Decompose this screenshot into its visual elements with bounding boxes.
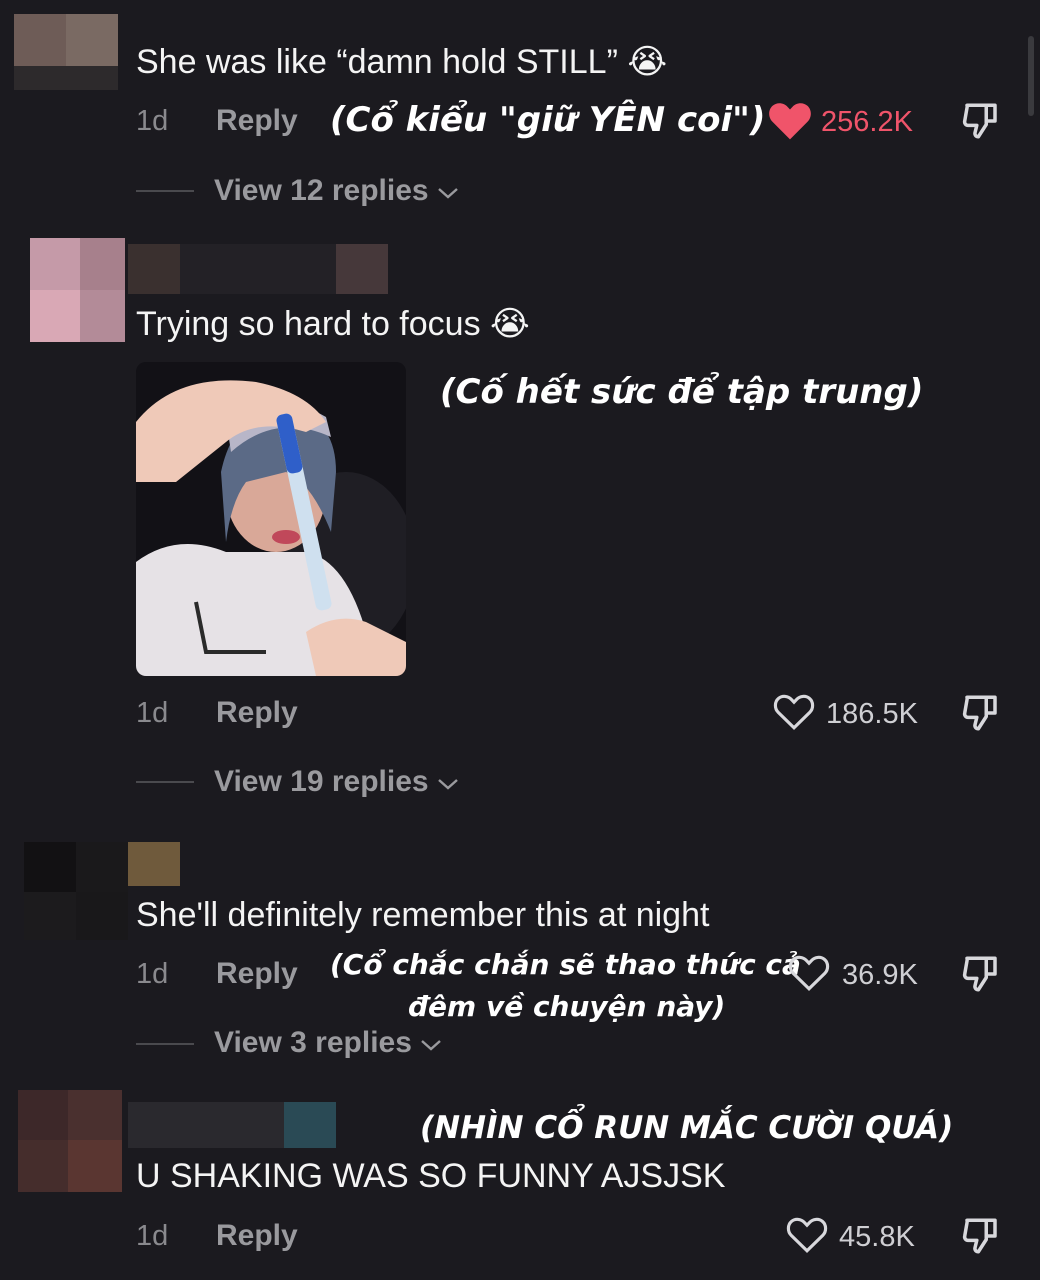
reply-button[interactable]: Reply — [216, 696, 298, 730]
thumbs-down-icon[interactable] — [960, 1215, 1002, 1257]
thumbs-down-icon[interactable] — [960, 100, 1002, 142]
crying-emoji-icon: 😭 — [627, 43, 668, 81]
reply-button[interactable]: Reply — [216, 1219, 298, 1253]
reply-button[interactable]: Reply — [216, 104, 298, 138]
replies-divider — [136, 190, 194, 192]
comment-text: U SHAKING WAS SO FUNNY AJSJSK — [136, 1157, 726, 1195]
heart-filled-icon[interactable] — [768, 100, 812, 142]
chevron-down-icon — [438, 779, 458, 790]
heart-outline-icon[interactable] — [773, 692, 815, 732]
crying-emoji-icon: 😭 — [490, 305, 530, 343]
like-count: 36.9K — [842, 959, 918, 991]
comment-text-content: Trying so hard to focus — [136, 305, 491, 343]
view-replies-label: View 19 replies — [214, 765, 429, 798]
timestamp: 1d — [136, 105, 169, 137]
timestamp: 1d — [136, 697, 169, 729]
translation-overlay-line-2: đêm về chuyện này) — [408, 990, 726, 1023]
view-replies-button[interactable]: View 19 replies — [214, 765, 459, 799]
view-replies-button[interactable]: View 3 replies — [214, 1026, 442, 1060]
comment-text-content: She was like “damn hold STILL” — [136, 43, 628, 81]
chevron-down-icon — [421, 1040, 442, 1051]
like-count: 256.2K — [821, 106, 913, 138]
replies-divider — [136, 1043, 194, 1045]
comment-text: Trying so hard to focus 😭 — [136, 304, 530, 344]
heart-outline-icon[interactable] — [786, 1215, 828, 1255]
like-count: 186.5K — [826, 698, 918, 730]
thumbs-down-icon[interactable] — [960, 953, 1002, 995]
replies-divider — [136, 781, 194, 783]
view-replies-label: View 3 replies — [214, 1026, 412, 1059]
view-replies-label: View 12 replies — [214, 174, 429, 207]
reply-button[interactable]: Reply — [216, 957, 298, 991]
chevron-down-icon — [438, 188, 458, 199]
like-count: 45.8K — [839, 1221, 915, 1253]
translation-overlay: (Cố hết sức để tập trung) — [440, 372, 924, 412]
timestamp: 1d — [136, 958, 169, 990]
translation-overlay-line-1: (Cổ chắc chắn sẽ thao thức cả — [330, 948, 801, 981]
comment-text: She'll definitely remember this at night — [136, 896, 710, 934]
translation-overlay: (Cổ kiểu "giữ YÊN coi") — [330, 100, 766, 140]
comment-text: She was like “damn hold STILL” 😭 — [136, 42, 667, 82]
comment-photo-attachment[interactable] — [136, 362, 406, 676]
translation-overlay: (NHÌN CỔ RUN MẮC CƯỜI QUÁ) — [420, 1110, 954, 1146]
timestamp: 1d — [136, 1220, 169, 1252]
scrollbar[interactable] — [1028, 36, 1034, 116]
heart-outline-icon[interactable] — [788, 953, 830, 993]
thumbs-down-icon[interactable] — [960, 692, 1002, 734]
view-replies-button[interactable]: View 12 replies — [214, 174, 459, 208]
